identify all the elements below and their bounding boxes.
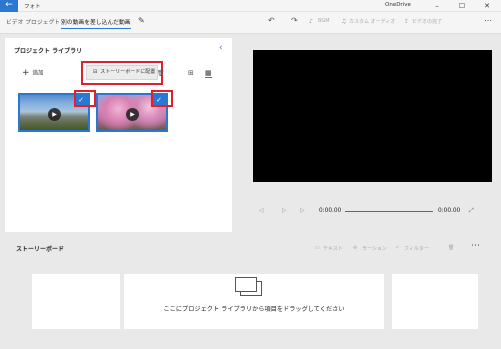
storyboard-delete-icon[interactable]: 🗑: [448, 245, 454, 251]
play-button[interactable]: ▷: [282, 207, 287, 214]
fullscreen-icon[interactable]: ⤢: [469, 207, 474, 215]
more-options-icon[interactable]: ⋯: [484, 16, 492, 25]
filter-button[interactable]: フィルター: [404, 245, 429, 252]
music-icon: ♪: [309, 18, 313, 25]
grid-view-icon[interactable]: ⊞: [188, 69, 194, 77]
highlight-check-1: [74, 90, 96, 107]
current-time: 0:00.00: [319, 208, 342, 214]
add-button[interactable]: + 追加: [22, 68, 44, 78]
redo-icon[interactable]: ↷: [291, 16, 298, 25]
motion-button[interactable]: モーション: [362, 245, 387, 252]
toolbar: ビデオ プロジェクト › 別の動画を差し込んだ動画 ✎ ↶ ↷ ♪ BGM ♫ …: [0, 12, 501, 34]
total-time: 0:00.00: [438, 208, 461, 214]
list-view-icon[interactable]: ▦: [205, 69, 212, 78]
maximize-button[interactable]: ☐: [450, 0, 474, 12]
plus-icon: +: [22, 68, 30, 78]
collapse-library-icon[interactable]: ‹: [219, 43, 223, 53]
play-icon: ▶: [48, 108, 61, 121]
back-button[interactable]: ←: [0, 0, 18, 12]
highlight-place-button: [81, 61, 163, 85]
filter-icon: ✧: [395, 245, 400, 251]
library-title: プロジェクト ライブラリ: [14, 48, 83, 55]
app-title: フォト: [24, 4, 41, 10]
storyboard-slot: [392, 274, 478, 329]
audio-icon: ♫: [341, 18, 347, 25]
storyboard-title: ストーリーボード: [16, 246, 65, 253]
onedrive-label[interactable]: OneDrive: [385, 2, 411, 8]
bgm-button[interactable]: BGM: [318, 18, 330, 24]
storyboard-header: ストーリーボード ▭ テキスト ✣ モーション ✧ フィルター 🗑 ⋯: [5, 240, 496, 256]
play-icon: ▶: [126, 108, 139, 121]
title-bar: ← フォト OneDrive – ☐ ✕: [0, 0, 501, 12]
undo-icon[interactable]: ↶: [268, 16, 275, 25]
video-preview[interactable]: [253, 50, 492, 182]
text-icon: ▭: [315, 245, 320, 251]
storyboard-more-icon[interactable]: ⋯: [471, 241, 480, 251]
storyboard-slot: [32, 274, 120, 329]
drop-hint-text: ここにプロジェクト ライブラリから項目をドラッグしてください: [163, 306, 345, 313]
motion-icon: ✣: [353, 245, 358, 251]
add-label: 追加: [32, 70, 44, 77]
highlight-check-2: [151, 90, 173, 107]
rewind-icon[interactable]: ◁: [259, 207, 264, 214]
close-button[interactable]: ✕: [475, 0, 499, 12]
edit-title-icon[interactable]: ✎: [138, 16, 145, 25]
text-button[interactable]: テキスト: [323, 245, 343, 252]
custom-audio-button[interactable]: カスタム オーディオ: [349, 18, 395, 25]
minimize-button[interactable]: –: [425, 0, 449, 12]
finish-video-button[interactable]: ビデオの完了: [412, 18, 442, 25]
project-library-panel: プロジェクト ライブラリ ‹ + 追加 ⊟ ストーリーボードに配置 🗑 ⊞ ▦ ▶ …: [5, 38, 232, 232]
breadcrumb-current[interactable]: 別の動画を差し込んだ動画: [61, 17, 131, 29]
export-icon: ⇪: [404, 18, 410, 25]
delete-icon[interactable]: 🗑: [157, 70, 165, 77]
photos-drop-icon: [235, 277, 262, 296]
seek-bar[interactable]: [345, 211, 433, 212]
breadcrumb-separator: ›: [52, 16, 55, 24]
forward-icon[interactable]: ▷: [300, 207, 305, 214]
